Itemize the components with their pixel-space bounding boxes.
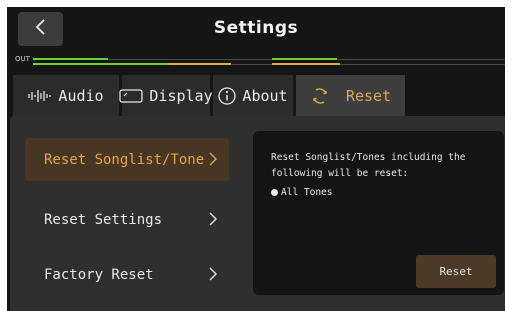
reset-button[interactable]: Reset <box>416 255 496 288</box>
tab-audio[interactable]: Audio <box>13 75 119 116</box>
chevron-right-icon <box>209 267 217 285</box>
meter-fill-right-orange <box>272 63 340 65</box>
meter-fill-right-green <box>272 58 337 60</box>
tab-reset-label: Reset <box>345 86 392 105</box>
info-icon <box>218 86 237 105</box>
reset-info-card: Reset Songlist/Tones including the follo… <box>253 131 504 295</box>
tab-display[interactable]: Display <box>119 75 213 116</box>
display-icon <box>119 88 144 103</box>
reset-item-bullet: All Tones <box>271 187 332 198</box>
menu-item-label: Reset Songlist/Tone <box>44 151 205 168</box>
output-meter-label: OUT <box>15 55 30 63</box>
chevron-right-icon <box>209 152 217 170</box>
menu-item-reset-settings[interactable]: Reset Settings <box>25 198 229 241</box>
menu-item-label: Factory Reset <box>44 266 154 283</box>
bullet-dot-icon <box>271 189 278 196</box>
output-level-meter: OUT <box>7 54 505 68</box>
tab-reset[interactable]: Reset <box>296 75 405 116</box>
menu-item-factory-reset[interactable]: Factory Reset <box>25 253 229 296</box>
tab-about-label: About <box>242 86 288 105</box>
tab-audio-label: Audio <box>58 86 104 105</box>
reset-description: Reset Songlist/Tones including the follo… <box>271 152 466 179</box>
settings-screen: Settings OUT Audio Display About Reset R… <box>7 7 505 311</box>
menu-item-label: Reset Settings <box>44 211 163 228</box>
tab-bar: Audio Display About Reset <box>7 75 505 116</box>
waveform-icon <box>28 89 52 103</box>
chevron-right-icon <box>209 212 217 230</box>
reset-panel: Reset Songlist/Tone Reset Settings Facto… <box>10 116 505 311</box>
reset-item-label: All Tones <box>281 187 333 198</box>
meter-fill-left-orange <box>169 63 231 65</box>
tab-about[interactable]: About <box>213 75 293 116</box>
page-title: Settings <box>213 18 299 38</box>
meter-fill-top <box>33 58 108 60</box>
reset-icon <box>310 86 330 106</box>
header: Settings <box>7 7 505 55</box>
menu-item-reset-songlist-tone[interactable]: Reset Songlist/Tone <box>25 138 229 181</box>
tab-display-label: Display <box>149 86 213 105</box>
